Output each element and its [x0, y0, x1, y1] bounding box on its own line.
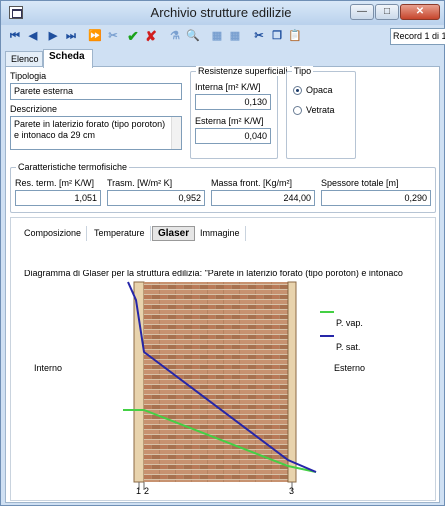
esterna-label: Esterna [m² K/W]: [195, 116, 264, 126]
record-indicator: Record 1 di 123: [390, 28, 445, 45]
opaca-label: Opaca: [306, 85, 333, 95]
esterno-label: Esterno: [334, 363, 365, 373]
window: Archivio strutture edilizie — □ ✕ ⏮ ◀ ▶ …: [0, 0, 445, 506]
cancel-icon[interactable]: ✘: [143, 28, 159, 44]
caratteristiche-title: Caratteristiche termofisiche: [16, 162, 130, 172]
grid-alt-icon[interactable]: ▦: [227, 28, 243, 44]
res-term-label: Res. term. [m² K/W]: [15, 178, 95, 188]
window-title: Archivio strutture edilizie: [150, 5, 292, 20]
descrizione-label: Descrizione: [10, 104, 58, 114]
paste-icon[interactable]: 📋: [287, 28, 303, 44]
massa-field[interactable]: 244,00: [211, 190, 315, 206]
tipo-title: Tipo: [292, 66, 314, 76]
interna-label: Interna [m² K/W]: [195, 82, 261, 92]
glaser-chart: Diagramma di Glaser per la struttura edi…: [16, 268, 431, 500]
subtab-composizione[interactable]: Composizione: [19, 226, 88, 241]
grid-icon[interactable]: ▦: [209, 28, 225, 44]
title-bar: Archivio strutture edilizie — □ ✕: [1, 1, 444, 25]
legend-vapor-label: P. vap.: [336, 318, 363, 328]
find-icon[interactable]: 🔍: [185, 28, 201, 44]
inner-plaster-layer: [133, 281, 145, 483]
sub-tabs: Composizione Temperature Glaser Immagine: [19, 226, 319, 242]
tipologia-field[interactable]: Parete esterna: [10, 83, 182, 100]
delete-record-icon[interactable]: ✂: [105, 28, 121, 44]
caratteristiche-group: Caratteristiche termofisiche Res. term. …: [10, 162, 436, 213]
brick-layer: [144, 282, 288, 482]
subtab-immagine[interactable]: Immagine: [195, 226, 246, 241]
tab-scheda[interactable]: Scheda: [43, 49, 93, 68]
massa-label: Massa front. [Kg/m²]: [211, 178, 293, 188]
scheda-panel: Tipologia Parete esterna Descrizione Par…: [5, 66, 440, 503]
last-record-icon[interactable]: ⏭: [63, 28, 79, 44]
subtab-temperature[interactable]: Temperature: [89, 226, 151, 241]
opaca-radio[interactable]: [293, 86, 302, 95]
res-term-field[interactable]: 1,051: [15, 190, 101, 206]
interno-label: Interno: [34, 363, 62, 373]
interna-field[interactable]: 0,130: [195, 94, 271, 110]
subtab-glaser[interactable]: Glaser: [152, 226, 196, 241]
spessore-field[interactable]: 0,290: [321, 190, 431, 206]
descrizione-text: Parete in laterizio forato (tipo poroton…: [14, 119, 166, 140]
tab-elenco[interactable]: Elenco: [5, 51, 43, 67]
outer-plaster-layer: [287, 281, 297, 483]
minimize-icon: —: [357, 6, 367, 17]
previous-record-icon[interactable]: ◀: [25, 28, 41, 44]
filter-icon[interactable]: ⚗: [167, 28, 183, 44]
boundary-label-1: 1: [136, 486, 141, 496]
vetrata-label: Vetrata: [306, 105, 335, 115]
confirm-icon[interactable]: ✔: [125, 28, 141, 44]
next-record-icon[interactable]: ▶: [45, 28, 61, 44]
maximize-button[interactable]: □: [375, 4, 399, 20]
resistenze-title: Resistenze superficiali: [196, 66, 290, 76]
resistenze-group: Resistenze superficiali Interna [m² K/W]…: [190, 66, 290, 159]
trasm-field[interactable]: 0,952: [107, 190, 205, 206]
spessore-label: Spessore totale [m]: [321, 178, 399, 188]
cut-icon[interactable]: ✂: [251, 28, 267, 44]
tipologia-label: Tipologia: [10, 71, 47, 81]
tipo-group: Tipo Opaca Vetrata: [286, 66, 356, 159]
trasm-label: Trasm. [W/m² K]: [107, 178, 173, 188]
minimize-button[interactable]: —: [350, 4, 374, 20]
close-icon: ✕: [415, 6, 425, 17]
descrizione-field[interactable]: Parete in laterizio forato (tipo poroton…: [10, 116, 182, 150]
glaser-svg: Diagramma di Glaser per la struttura edi…: [24, 268, 403, 496]
vetrata-radio[interactable]: [293, 106, 302, 115]
maximize-icon: □: [383, 6, 391, 17]
esterna-field[interactable]: 0,040: [195, 128, 271, 144]
insert-record-icon[interactable]: ⏩: [87, 28, 103, 44]
chart-title: Diagramma di Glaser per la struttura edi…: [24, 270, 403, 278]
toolbar: ⏮ ◀ ▶ ⏭ ⏩ ✂ ✔ ✘ ⚗ 🔍 ▦ ▦ ✂ ❐ 📋 Record 1 d…: [3, 26, 445, 48]
copy-icon[interactable]: ❐: [269, 28, 285, 44]
legend-saturation-label: P. sat.: [336, 342, 360, 352]
close-button[interactable]: ✕: [400, 4, 440, 20]
first-record-icon[interactable]: ⏮: [7, 28, 23, 44]
app-icon: [9, 6, 23, 19]
boundary-label-3: 3: [289, 486, 294, 496]
descrizione-scrollbar[interactable]: [171, 117, 181, 149]
boundary-label-2: 2: [144, 486, 149, 496]
